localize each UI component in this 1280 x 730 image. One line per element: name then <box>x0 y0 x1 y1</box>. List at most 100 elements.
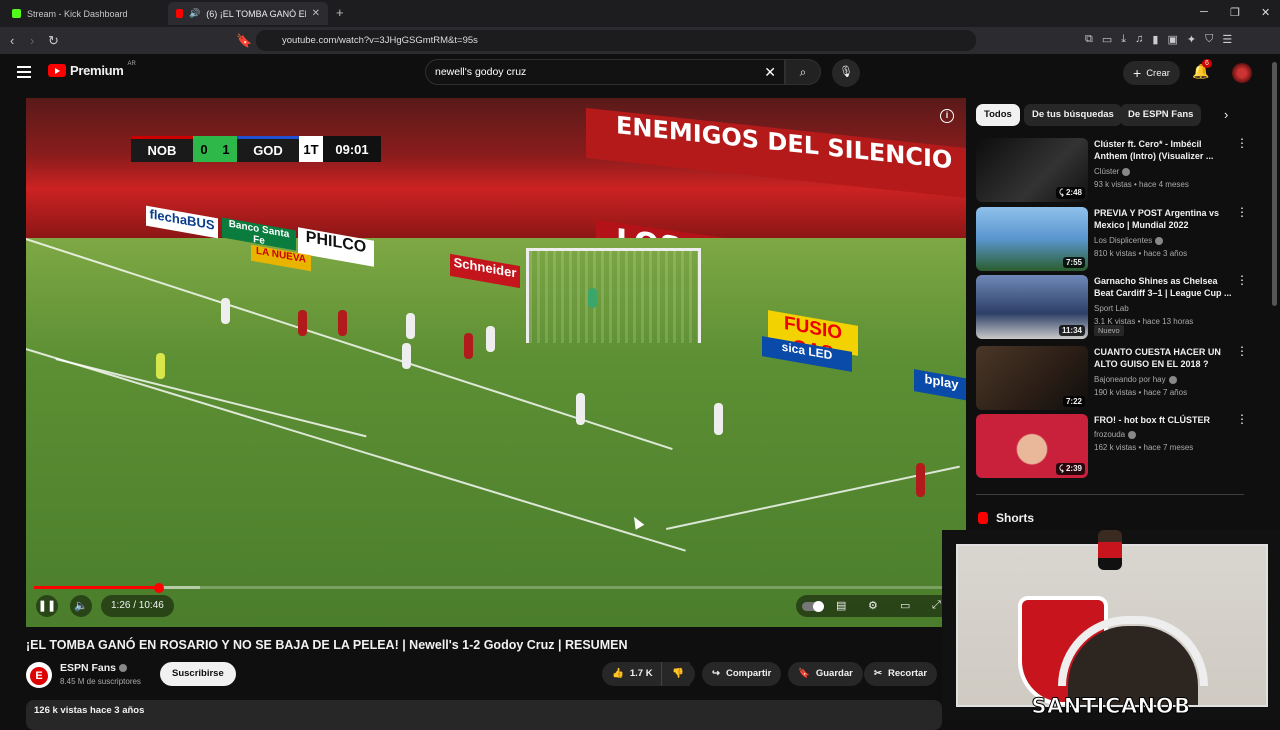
more-options-icon[interactable]: ⋮ <box>1236 274 1248 286</box>
time-display: 1:26 / 10:46 <box>101 595 174 617</box>
recommendation-item[interactable]: ⤹ 2:48 Clúster ft. Cero* - Imbécil Anthe… <box>976 137 1248 202</box>
recommendation-item[interactable]: 11:34 Garnacho Shines as Chelsea Beat Ca… <box>976 274 1248 339</box>
create-button[interactable]: + Crear <box>1123 61 1180 85</box>
recommendation-item[interactable]: ⤹ 2:39 FRO! - hot box ft CLÚSTER frozoud… <box>976 413 1248 478</box>
search-button[interactable]: ⌕ <box>785 59 821 85</box>
video-thumbnail: ⤹ 2:39 <box>976 414 1088 478</box>
dislike-button[interactable]: 👎 <box>661 662 695 686</box>
duration-badge: 7:55 <box>1062 257 1085 268</box>
duration-badge: 7:22 <box>1062 396 1085 407</box>
share-button[interactable]: ↪ Compartir <box>702 662 782 686</box>
chevron-right-icon[interactable]: › <box>1224 107 1228 122</box>
wallet-icon[interactable]: ▣ <box>1167 33 1177 46</box>
extensions-icon[interactable]: ⧉ <box>1085 33 1093 46</box>
verified-icon <box>1168 375 1177 384</box>
fullscreen-icon[interactable]: ⤢ <box>932 599 941 612</box>
away-score: 1 <box>215 136 237 162</box>
scrubber-handle[interactable] <box>153 582 164 593</box>
settings-gear-icon[interactable]: ⚙ <box>868 599 878 612</box>
back-button[interactable]: ‹ <box>10 33 14 48</box>
espn-logo-icon: E <box>30 667 48 685</box>
ai-icon[interactable]: ✦ <box>1187 33 1196 46</box>
recommendation-item[interactable]: 7:55 PREVIA Y POST Argentina vs Mexico |… <box>976 206 1248 271</box>
chip-from-channel[interactable]: De ESPN Fans <box>1120 104 1202 126</box>
pause-icon: ❚❚ <box>37 600 57 612</box>
info-icon[interactable]: i <box>940 109 954 123</box>
plus-icon: + <box>1133 65 1142 81</box>
video-thumbnail: 7:22 <box>976 346 1088 410</box>
music-icon[interactable]: ♫ <box>1135 33 1143 46</box>
miniplayer-icon[interactable]: ▭ <box>900 599 910 612</box>
chip-from-searches[interactable]: De tus búsquedas <box>1024 104 1122 126</box>
rec-title: FRO! - hot box ft CLÚSTER <box>1094 415 1210 425</box>
clip-button[interactable]: ✂ Recortar <box>864 662 938 686</box>
rec-meta: 190 k vistas • hace 7 años <box>1094 388 1188 397</box>
rec-title: CUANTO CUESTA HACER UN ALTO GUISO EN EL … <box>1094 347 1221 369</box>
subtitles-icon[interactable]: ▤ <box>836 599 846 612</box>
more-options-icon[interactable]: ⋮ <box>1236 137 1248 149</box>
forward-button[interactable]: › <box>30 33 34 48</box>
save-button[interactable]: 🔖 Guardar <box>788 662 863 686</box>
progress-bar[interactable] <box>34 582 958 593</box>
player-figure <box>576 393 585 425</box>
player-figure <box>402 343 411 369</box>
shield-icon[interactable]: ⛉ <box>1205 33 1213 46</box>
scrollbar[interactable] <box>1272 62 1277 306</box>
hamburger-menu-icon[interactable] <box>17 66 31 78</box>
like-count: 1.7 K <box>629 668 653 679</box>
description-box[interactable]: 126 k vistas hace 3 años <box>26 700 942 730</box>
close-window-button[interactable]: ✕ <box>1261 6 1270 19</box>
rec-title: Clúster ft. Cero* - Imbécil Anthem (Intr… <box>1094 139 1214 161</box>
channel-avatar[interactable]: E <box>26 662 52 688</box>
chip-all[interactable]: Todos <box>976 104 1020 126</box>
voice-search-button[interactable]: 🎙 <box>832 59 860 87</box>
goal-net <box>526 248 701 343</box>
tab-youtube-video[interactable]: 🔊 (6) ¡EL TOMBA GANÓ EN ROS ✕ <box>168 2 328 25</box>
clear-search-icon[interactable]: ✕ <box>764 64 776 81</box>
microphone-icon: 🎙 <box>839 66 853 78</box>
sidebar-icon[interactable]: ▮ <box>1152 33 1158 46</box>
menu-icon[interactable]: ☰ <box>1222 33 1232 46</box>
more-options-icon[interactable]: ⋮ <box>1236 413 1248 425</box>
reload-button[interactable]: ↻ <box>48 33 59 49</box>
video-thumbnail: ⤹ 2:48 <box>976 138 1088 202</box>
rec-channel: Bajoneando por hay <box>1094 375 1177 384</box>
verified-icon <box>1122 167 1131 176</box>
minimize-button[interactable]: ─ <box>1200 6 1208 18</box>
volume-button[interactable]: 🔈 <box>70 595 92 617</box>
channel-name[interactable]: ESPN Fans <box>60 662 128 674</box>
new-tab-button[interactable]: + <box>336 5 344 20</box>
shorts-heading: Shorts <box>978 511 1034 525</box>
recommendation-item[interactable]: 7:22 CUANTO CUESTA HACER UN ALTO GUISO E… <box>976 345 1248 410</box>
speaker-icon: 🔊 <box>189 8 201 18</box>
autoplay-toggle[interactable] <box>802 601 824 612</box>
streamer-name: SANTICANOB <box>1031 694 1191 719</box>
scoreboard: NOB 0 1 GOD 1T 09:01 <box>131 136 381 162</box>
subscribe-button[interactable]: Suscribirse <box>160 662 236 686</box>
browser-tab-bar: Stream - Kick Dashboard 🔊 (6) ¡EL TOMBA … <box>0 0 1280 27</box>
youtube-header: Premium AR newell's godoy cruz ✕ ⌕ 🎙 + Cr… <box>0 54 1280 94</box>
youtube-premium-logo[interactable]: Premium AR <box>48 61 136 78</box>
close-tab-icon[interactable]: ✕ <box>312 8 320 19</box>
rec-meta: 162 k vistas • hace 7 meses <box>1094 443 1194 452</box>
bookmark-icon[interactable]: 🔖 <box>236 33 252 49</box>
pause-button[interactable]: ❚❚ <box>36 595 58 617</box>
search-query: newell's godoy cruz <box>435 66 527 78</box>
restore-button[interactable]: ❐ <box>1230 6 1240 19</box>
player-figure <box>406 313 415 339</box>
more-options-icon[interactable]: ⋮ <box>1236 206 1248 218</box>
tab-kick-dashboard[interactable]: Stream - Kick Dashboard <box>4 2 166 25</box>
more-options-icon[interactable]: ⋮ <box>1236 345 1248 357</box>
cast-icon[interactable]: ▭ <box>1102 33 1112 46</box>
url-bar[interactable]: youtube.com/watch?v=3JHgGSGmtRM&t=95s <box>256 30 976 51</box>
search-input[interactable]: newell's godoy cruz ✕ <box>425 59 785 85</box>
account-avatar[interactable] <box>1232 63 1252 83</box>
video-thumbnail: 7:55 <box>976 207 1088 271</box>
verified-icon <box>1155 236 1164 245</box>
video-player[interactable]: LOS LEPROSOS ENEMIGOS DEL SILENCIO flech… <box>26 98 966 627</box>
download-icon[interactable]: ⤓ <box>1121 33 1126 46</box>
half-indicator: 1T <box>299 136 323 162</box>
duration-badge: 11:34 <box>1058 325 1085 336</box>
thumbs-up-icon: 👍 <box>612 668 624 679</box>
notifications-button[interactable]: 🔔 6 <box>1192 59 1212 80</box>
